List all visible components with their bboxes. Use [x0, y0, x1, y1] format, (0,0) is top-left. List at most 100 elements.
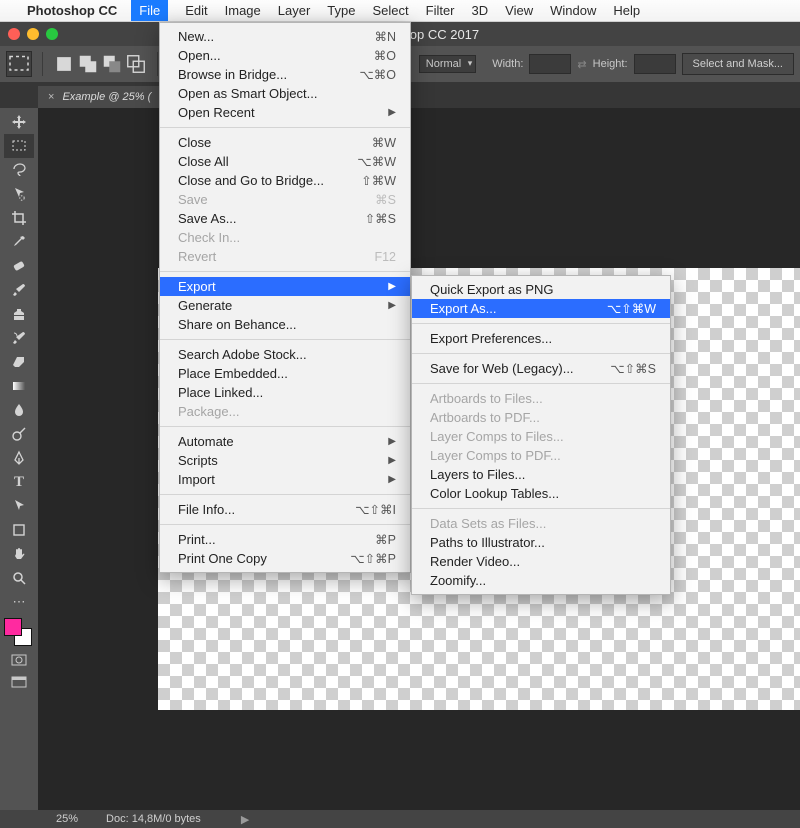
mac-menu-help[interactable]: Help: [613, 3, 640, 18]
active-tool-indicator[interactable]: [6, 51, 32, 77]
mac-menu-filter[interactable]: Filter: [426, 3, 455, 18]
menu-item-label: Export: [178, 279, 358, 294]
blend-mode-select[interactable]: Normal: [419, 55, 476, 73]
file-menu-item-print[interactable]: Print...⌘P: [160, 530, 410, 549]
export-menu-item-save-for-web-legacy[interactable]: Save for Web (Legacy)...⌥⇧⌘S: [412, 359, 670, 378]
file-menu-item-check-in: Check In...: [160, 228, 410, 247]
foreground-color-swatch[interactable]: [4, 618, 22, 636]
status-menu-icon[interactable]: ▶: [241, 813, 249, 826]
mac-menu-view[interactable]: View: [505, 3, 533, 18]
tool-zoom[interactable]: [4, 566, 34, 590]
shortcut-label: ⌘P: [375, 532, 396, 547]
file-menu-item-search-adobe-stock[interactable]: Search Adobe Stock...: [160, 345, 410, 364]
file-menu-item-close-and-go-to-bridge[interactable]: Close and Go to Bridge...⇧⌘W: [160, 171, 410, 190]
file-menu-item-place-embedded[interactable]: Place Embedded...: [160, 364, 410, 383]
selection-add-icon[interactable]: [77, 53, 99, 75]
mac-menu-window[interactable]: Window: [550, 3, 596, 18]
menu-item-label: Quick Export as PNG: [430, 282, 656, 297]
file-menu-item-close[interactable]: Close⌘W: [160, 133, 410, 152]
file-menu-item-file-info[interactable]: File Info...⌥⇧⌘I: [160, 500, 410, 519]
export-menu-item-zoomify[interactable]: Zoomify...: [412, 571, 670, 590]
submenu-arrow-icon: ▶: [388, 455, 396, 466]
width-label: Width:: [492, 58, 523, 70]
mac-app-name[interactable]: Photoshop CC: [27, 3, 117, 18]
file-menu-item-import[interactable]: Import▶: [160, 470, 410, 489]
file-menu-item-browse-in-bridge[interactable]: Browse in Bridge...⌥⌘O: [160, 65, 410, 84]
export-menu-item-export-preferences[interactable]: Export Preferences...: [412, 329, 670, 348]
height-input[interactable]: [634, 54, 676, 74]
tool-gradient[interactable]: [4, 374, 34, 398]
export-menu-item-export-as[interactable]: Export As...⌥⇧⌘W: [412, 299, 670, 318]
mac-menu-select[interactable]: Select: [372, 3, 408, 18]
file-menu-item-scripts[interactable]: Scripts▶: [160, 451, 410, 470]
file-menu-item-print-one-copy[interactable]: Print One Copy⌥⇧⌘P: [160, 549, 410, 568]
shortcut-label: ⌥⇧⌘I: [355, 502, 396, 517]
file-menu-item-open-as-smart-object[interactable]: Open as Smart Object...: [160, 84, 410, 103]
width-input[interactable]: [529, 54, 571, 74]
tool-quick-select[interactable]: [4, 182, 34, 206]
quickmask-icon[interactable]: [4, 650, 34, 670]
export-menu-item-color-lookup-tables[interactable]: Color Lookup Tables...: [412, 484, 670, 503]
swap-dims-icon[interactable]: ⇄: [577, 58, 586, 71]
menu-item-label: Layer Comps to Files...: [430, 429, 656, 444]
selection-new-icon[interactable]: [53, 53, 75, 75]
tool-marquee[interactable]: [4, 134, 34, 158]
export-menu-item-layers-to-files[interactable]: Layers to Files...: [412, 465, 670, 484]
tool-lasso[interactable]: [4, 158, 34, 182]
doc-size-readout[interactable]: Doc: 14,8M/0 bytes: [106, 813, 201, 825]
menu-item-label: Save: [178, 192, 345, 207]
tool-crop[interactable]: [4, 206, 34, 230]
mac-menu-file[interactable]: File: [131, 0, 168, 21]
shortcut-label: ⌘O: [374, 48, 396, 63]
tool-shape[interactable]: [4, 518, 34, 542]
file-menu-item-open-recent[interactable]: Open Recent▶: [160, 103, 410, 122]
tool-path-select[interactable]: [4, 494, 34, 518]
mac-menu-layer[interactable]: Layer: [278, 3, 311, 18]
file-menu-item-place-linked[interactable]: Place Linked...: [160, 383, 410, 402]
tool-eyedropper[interactable]: [4, 230, 34, 254]
zoom-window-button[interactable]: [46, 28, 58, 40]
file-menu-item-share-on-behance[interactable]: Share on Behance...: [160, 315, 410, 334]
menu-item-label: Save for Web (Legacy)...: [430, 361, 580, 376]
tool-dodge[interactable]: [4, 422, 34, 446]
mac-menu-3d[interactable]: 3D: [472, 3, 489, 18]
minimize-window-button[interactable]: [27, 28, 39, 40]
color-swatches[interactable]: [4, 618, 34, 648]
export-menu-item-quick-export-as-png[interactable]: Quick Export as PNG: [412, 280, 670, 299]
mac-menu-type[interactable]: Type: [327, 3, 355, 18]
tool-move[interactable]: [4, 110, 34, 134]
edit-toolbar-icon[interactable]: ⋯: [4, 592, 34, 612]
tool-pen[interactable]: [4, 446, 34, 470]
close-window-button[interactable]: [8, 28, 20, 40]
close-tab-icon[interactable]: ×: [48, 91, 54, 103]
mac-menu-edit[interactable]: Edit: [185, 3, 207, 18]
tool-blur[interactable]: [4, 398, 34, 422]
export-menu-item-artboards-to-pdf: Artboards to PDF...: [412, 408, 670, 427]
tool-type[interactable]: T: [4, 470, 34, 494]
tool-healing[interactable]: [4, 254, 34, 278]
tool-brush[interactable]: [4, 278, 34, 302]
selection-subtract-icon[interactable]: [101, 53, 123, 75]
document-tab[interactable]: × Example @ 25% (: [38, 86, 165, 108]
zoom-readout[interactable]: 25%: [56, 813, 78, 825]
status-bar: 25% Doc: 14,8M/0 bytes ▶: [0, 810, 800, 828]
file-menu-item-generate[interactable]: Generate▶: [160, 296, 410, 315]
tool-history-brush[interactable]: [4, 326, 34, 350]
file-menu-item-close-all[interactable]: Close All⌥⌘W: [160, 152, 410, 171]
export-menu-item-paths-to-illustrator[interactable]: Paths to Illustrator...: [412, 533, 670, 552]
tool-hand[interactable]: [4, 542, 34, 566]
selection-intersect-icon[interactable]: [125, 53, 147, 75]
height-label: Height:: [593, 58, 628, 70]
file-menu-item-automate[interactable]: Automate▶: [160, 432, 410, 451]
file-menu-item-new[interactable]: New...⌘N: [160, 27, 410, 46]
mac-menu-image[interactable]: Image: [225, 3, 261, 18]
menu-item-label: Export As...: [430, 301, 577, 316]
file-menu-item-open[interactable]: Open...⌘O: [160, 46, 410, 65]
file-menu-item-export[interactable]: Export▶: [160, 277, 410, 296]
file-menu-item-save-as[interactable]: Save As...⇧⌘S: [160, 209, 410, 228]
export-menu-item-render-video[interactable]: Render Video...: [412, 552, 670, 571]
tool-clone[interactable]: [4, 302, 34, 326]
screenmode-icon[interactable]: [4, 672, 34, 692]
tool-eraser[interactable]: [4, 350, 34, 374]
select-and-mask-button[interactable]: Select and Mask...: [682, 53, 795, 75]
